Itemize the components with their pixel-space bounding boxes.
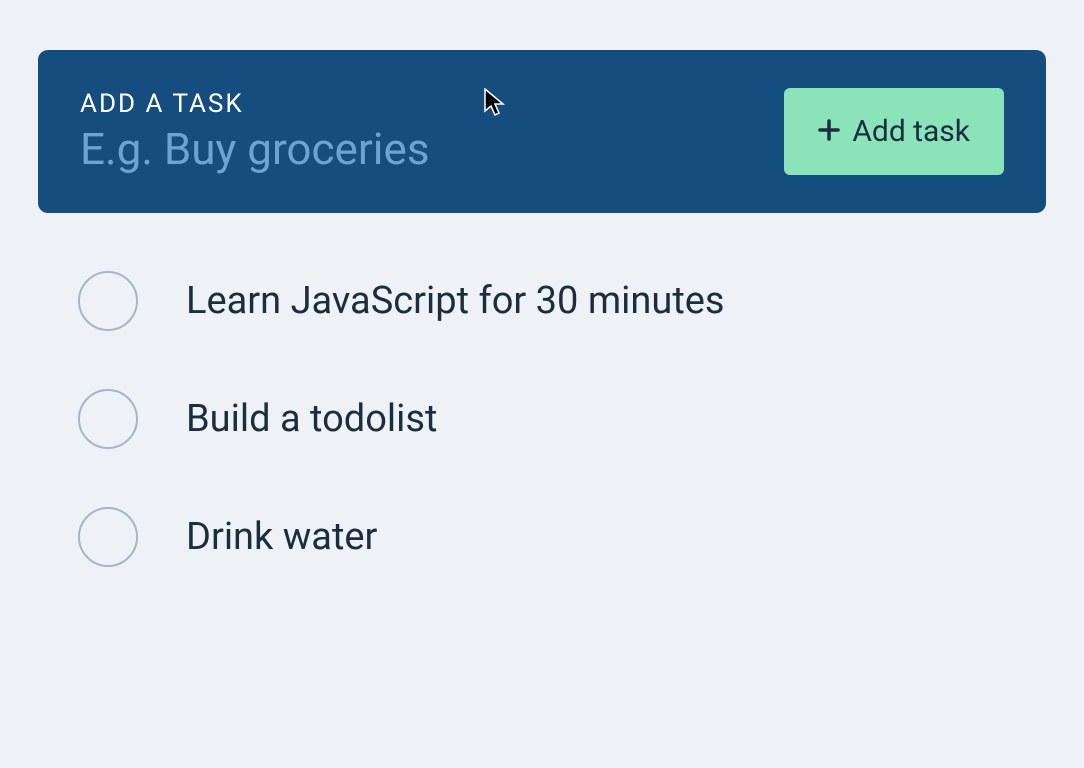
input-section: Add a task	[80, 89, 764, 175]
task-text: Learn JavaScript for 30 minutes	[186, 279, 725, 323]
task-checkbox[interactable]	[78, 271, 138, 331]
add-task-card: Add a task Add task	[38, 50, 1046, 213]
add-task-label: Add a task	[80, 89, 764, 119]
task-text: Build a todolist	[186, 397, 437, 441]
plus-icon	[818, 115, 840, 148]
add-task-button-label: Add task	[852, 114, 970, 149]
task-input[interactable]	[80, 123, 764, 175]
task-list: Learn JavaScript for 30 minutes Build a …	[38, 271, 1046, 567]
task-item: Drink water	[78, 507, 1046, 567]
task-item: Build a todolist	[78, 389, 1046, 449]
add-task-button[interactable]: Add task	[784, 88, 1004, 175]
task-text: Drink water	[186, 515, 377, 559]
task-item: Learn JavaScript for 30 minutes	[78, 271, 1046, 331]
task-checkbox[interactable]	[78, 389, 138, 449]
task-checkbox[interactable]	[78, 507, 138, 567]
